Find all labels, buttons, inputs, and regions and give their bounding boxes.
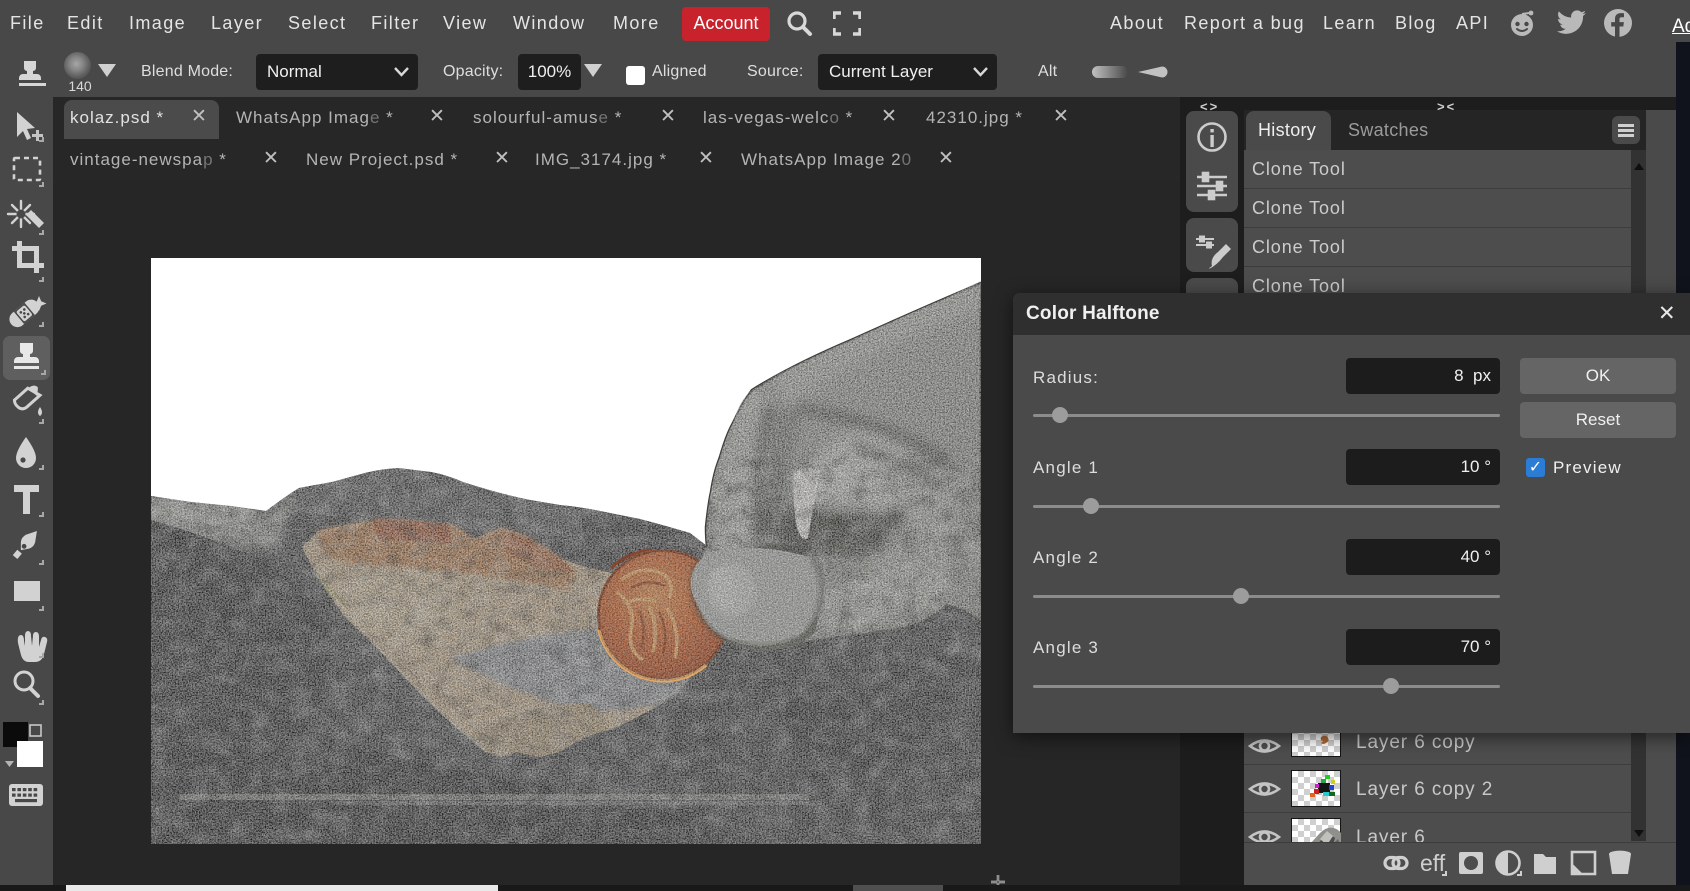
svg-text:eff: eff: [1420, 850, 1446, 876]
